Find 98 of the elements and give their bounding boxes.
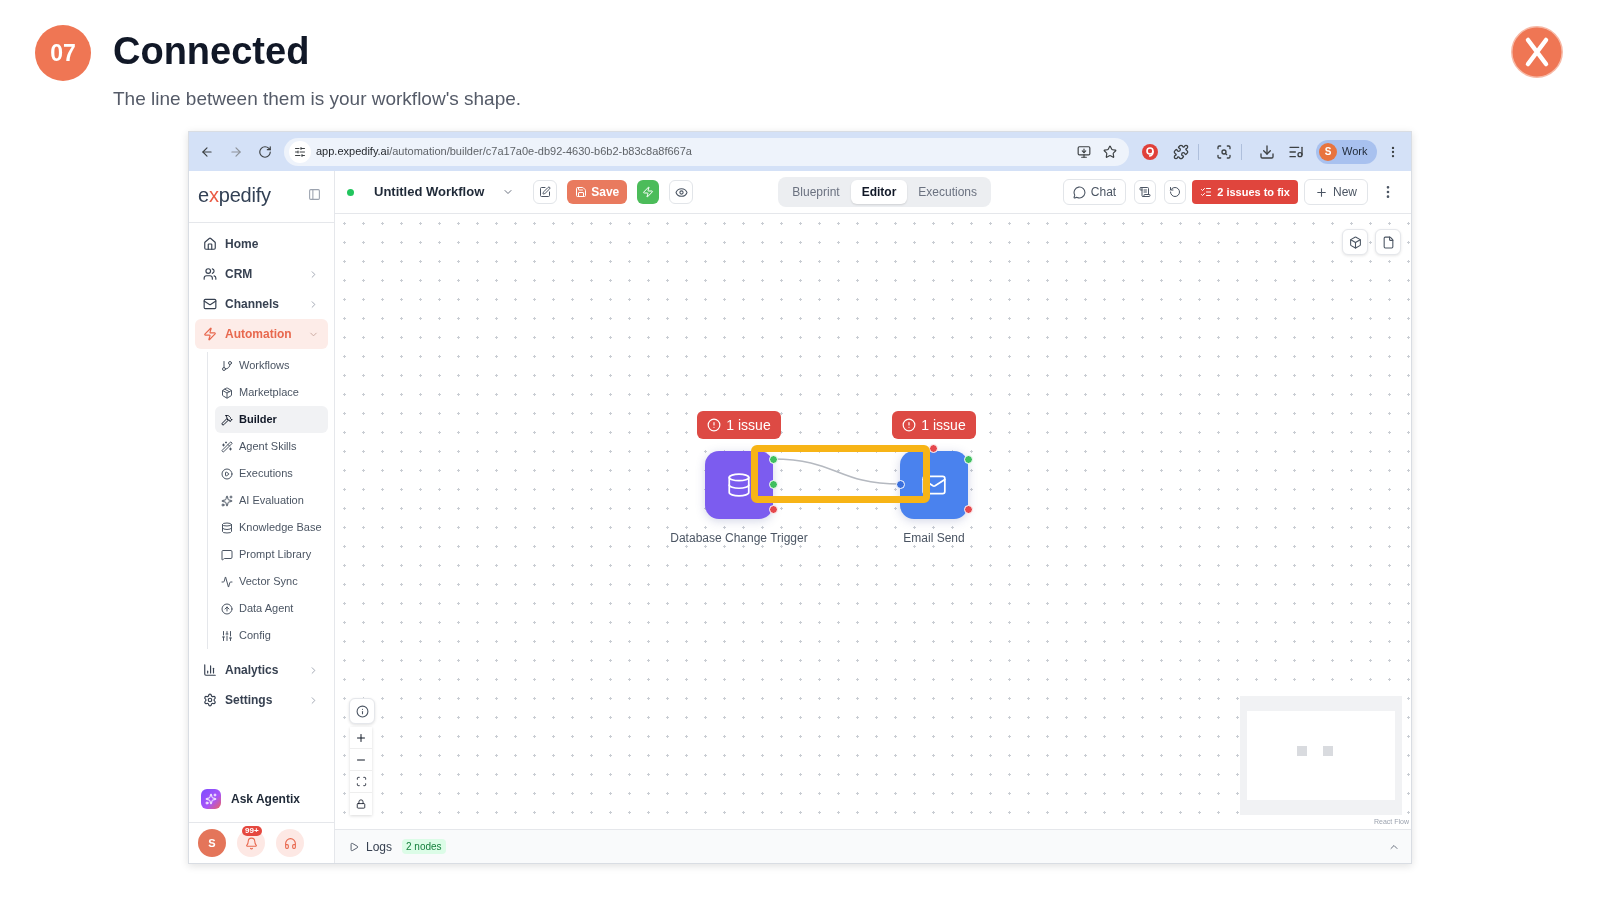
star-icon[interactable] bbox=[1103, 144, 1117, 159]
gear-icon bbox=[203, 693, 217, 707]
node-count-badge: 2 nodes bbox=[402, 839, 446, 854]
sidebar-subitem[interactable]: Vector Sync bbox=[215, 568, 328, 595]
database-icon bbox=[726, 472, 752, 498]
document-button[interactable] bbox=[1375, 229, 1401, 255]
sidebar-subitem[interactable]: AI Evaluation bbox=[215, 487, 328, 514]
ask-assistant-button[interactable]: Ask Agentix bbox=[189, 781, 334, 817]
speech-bubble-icon bbox=[221, 548, 233, 561]
notification-count-badge: 99+ bbox=[242, 826, 262, 836]
bar-chart-icon bbox=[203, 663, 217, 677]
house-icon bbox=[203, 237, 217, 251]
profile-button[interactable]: S Work bbox=[1316, 139, 1378, 164]
package-icon bbox=[221, 386, 233, 399]
issue-label: 1 issue bbox=[726, 417, 771, 433]
preview-button[interactable] bbox=[669, 180, 694, 204]
users-icon bbox=[203, 267, 217, 281]
slide-subtitle: The line between them is your workflow's shape. bbox=[113, 87, 522, 111]
sparkles-icon bbox=[221, 494, 233, 507]
lightning-icon bbox=[203, 327, 217, 341]
rotate-left-icon bbox=[1169, 186, 1182, 198]
view-tab[interactable]: Executions bbox=[907, 180, 989, 204]
logs-toggle[interactable]: Logs bbox=[349, 837, 393, 856]
chat-button[interactable]: Chat bbox=[1062, 179, 1127, 205]
script-button[interactable] bbox=[1134, 180, 1157, 204]
node-label: Email Send bbox=[903, 530, 965, 546]
checklist-icon bbox=[1200, 186, 1213, 198]
sidebar-subitem[interactable]: Prompt Library bbox=[215, 541, 328, 568]
sidebar-item[interactable]: Home bbox=[195, 229, 328, 259]
sidebar-subitem[interactable]: Data Agent bbox=[215, 595, 328, 622]
logo-wordmark: expedify bbox=[198, 182, 271, 207]
cross-logo-icon bbox=[1511, 26, 1563, 78]
headset-icon bbox=[283, 836, 297, 850]
sidebar-item[interactable]: Analytics bbox=[195, 655, 328, 685]
play-circle-icon bbox=[221, 467, 233, 480]
plus-icon bbox=[355, 731, 367, 744]
new-button[interactable]: New bbox=[1304, 179, 1368, 205]
sidebar-toggle-icon[interactable] bbox=[308, 188, 321, 201]
issue-label: 1 issue bbox=[921, 417, 966, 433]
download-icon[interactable] bbox=[1259, 143, 1275, 160]
reload-icon[interactable] bbox=[258, 144, 272, 159]
speech-bubble-icon bbox=[1072, 185, 1086, 199]
cube-button[interactable] bbox=[1342, 229, 1368, 255]
sidebar-subitem[interactable]: Agent Skills bbox=[215, 433, 328, 460]
lock-icon bbox=[356, 799, 366, 809]
scroll-icon bbox=[1139, 186, 1152, 198]
sliders-icon bbox=[221, 629, 233, 642]
sidebar-item[interactable]: CRM bbox=[195, 259, 328, 289]
sidebar-subitem[interactable]: Executions bbox=[215, 460, 328, 487]
alert-circle-icon bbox=[902, 418, 917, 432]
edit-button[interactable] bbox=[533, 180, 558, 204]
extension-badge-icon[interactable] bbox=[1142, 143, 1158, 160]
eye-icon bbox=[674, 185, 688, 199]
run-button[interactable] bbox=[637, 180, 660, 204]
alert-circle-icon bbox=[707, 418, 722, 432]
address-bar[interactable]: app.expedify.ai/automation/builder/c7a17a0e-db92-4630-b6b2-b83c8a8f667a bbox=[284, 137, 1129, 166]
sidebar-subitem[interactable]: Config bbox=[215, 622, 328, 649]
pulse-line-icon bbox=[221, 575, 233, 588]
fit-view-icon bbox=[355, 776, 367, 787]
lightning-icon bbox=[642, 186, 655, 198]
step-badge: 07 bbox=[35, 25, 91, 81]
document-icon bbox=[1381, 235, 1395, 249]
notifications-button[interactable]: 99+ bbox=[237, 829, 265, 857]
forward-arrow-icon[interactable] bbox=[229, 144, 243, 159]
view-tab[interactable]: Blueprint bbox=[781, 180, 851, 204]
issues-button[interactable]: 2 issues to fix bbox=[1192, 180, 1298, 204]
scan-search-icon[interactable] bbox=[1216, 143, 1232, 160]
support-button[interactable] bbox=[276, 829, 304, 857]
profile-avatar: S bbox=[1319, 142, 1337, 161]
pencil-icon bbox=[539, 186, 552, 198]
profile-label: Work bbox=[1342, 144, 1368, 160]
node-label: Database Change Trigger bbox=[670, 530, 808, 546]
info-icon bbox=[355, 704, 369, 718]
sidebar-subitem[interactable]: Marketplace bbox=[215, 379, 328, 406]
database-icon bbox=[221, 521, 233, 534]
hammer-icon bbox=[221, 413, 233, 426]
sidebar-item[interactable]: Settings bbox=[195, 685, 328, 715]
puzzle-icon[interactable] bbox=[1173, 143, 1189, 160]
envelope-icon bbox=[203, 297, 217, 311]
install-monitor-icon[interactable] bbox=[1077, 144, 1091, 159]
view-tab[interactable]: Editor bbox=[850, 180, 908, 204]
site-settings-icon[interactable] bbox=[289, 140, 311, 163]
agent-sparkle-icon bbox=[201, 789, 221, 809]
undo-button[interactable] bbox=[1164, 180, 1187, 204]
sidebar-subitem[interactable]: Workflows bbox=[215, 352, 328, 379]
plus-icon bbox=[1315, 185, 1328, 199]
cube-icon bbox=[1348, 235, 1362, 249]
slide-title: Connected bbox=[113, 29, 311, 73]
info-button[interactable] bbox=[349, 698, 375, 724]
sidebar-item[interactable]: Channels bbox=[195, 289, 328, 319]
play-triangle-icon bbox=[349, 841, 359, 852]
branch-icon bbox=[221, 359, 233, 372]
bell-icon bbox=[244, 836, 258, 850]
sidebar-subitem[interactable]: Builder bbox=[215, 406, 328, 433]
envelope-icon bbox=[921, 472, 947, 498]
workflow-title-dropdown[interactable]: Untitled Workflow bbox=[374, 182, 515, 202]
sidebar-subitem[interactable]: Knowledge Base bbox=[215, 514, 328, 541]
magic-wand-icon bbox=[221, 440, 233, 453]
